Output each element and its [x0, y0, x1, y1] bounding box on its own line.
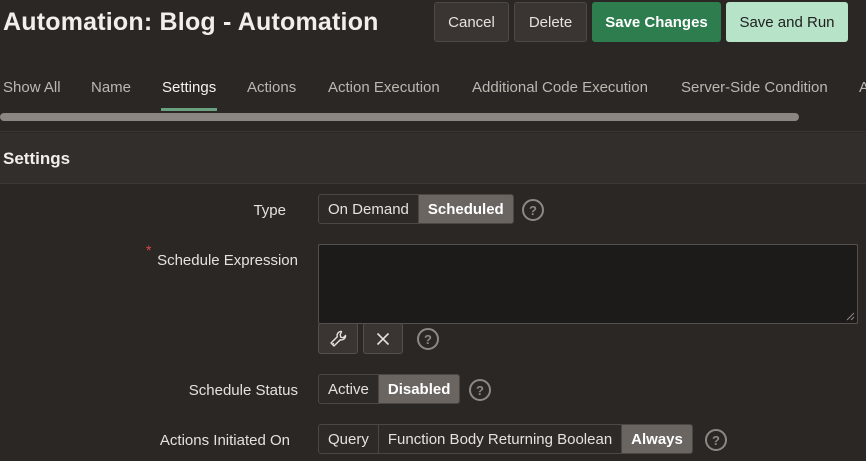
- tab-bar: Show All Name Settings Actions Action Ex…: [0, 66, 866, 112]
- status-option-active[interactable]: Active: [319, 375, 379, 403]
- clear-expression-button[interactable]: [363, 323, 403, 354]
- schedule-builder-button[interactable]: [318, 323, 358, 354]
- schedule-status-radio-group: Active Disabled: [318, 374, 461, 404]
- initiated-option-function-body[interactable]: Function Body Returning Boolean: [379, 425, 623, 453]
- divider: [0, 131, 866, 132]
- tab-scrollbar-thumb[interactable]: [0, 113, 799, 121]
- save-changes-button[interactable]: Save Changes: [592, 2, 721, 42]
- tab-additional-code-execution[interactable]: Additional Code Execution: [472, 79, 648, 96]
- page-header: Automation: Blog - Automation Cancel Del…: [0, 0, 866, 62]
- status-option-disabled[interactable]: Disabled: [378, 375, 460, 403]
- schedule-expression-label: Schedule Expression: [157, 252, 298, 269]
- type-radio-group: On Demand Scheduled: [318, 194, 514, 224]
- schedule-status-label: Schedule Status: [188, 382, 298, 399]
- type-option-on-demand[interactable]: On Demand: [319, 195, 419, 223]
- type-help-icon[interactable]: ?: [522, 199, 544, 221]
- actions-initiated-on-help-icon[interactable]: ?: [705, 429, 727, 451]
- cancel-button[interactable]: Cancel: [434, 2, 509, 42]
- tab-show-all[interactable]: Show All: [3, 79, 61, 96]
- tab-server-side-condition[interactable]: Server-Side Condition: [681, 79, 828, 96]
- schedule-expression-textarea[interactable]: [318, 244, 858, 324]
- tab-action-execution[interactable]: Action Execution: [328, 79, 440, 96]
- type-option-scheduled[interactable]: Scheduled: [418, 195, 513, 223]
- tab-name[interactable]: Name: [91, 79, 131, 96]
- type-label: Type: [253, 202, 286, 219]
- settings-region-header: Settings: [0, 133, 866, 184]
- tab-overflow[interactable]: A: [859, 79, 866, 96]
- tab-settings[interactable]: Settings: [162, 79, 216, 96]
- tab-actions[interactable]: Actions: [247, 79, 296, 96]
- resize-handle-icon[interactable]: [846, 312, 855, 321]
- delete-button[interactable]: Delete: [514, 2, 587, 42]
- save-and-run-button[interactable]: Save and Run: [726, 2, 848, 42]
- initiated-option-query[interactable]: Query: [319, 425, 379, 453]
- schedule-status-help-icon[interactable]: ?: [469, 379, 491, 401]
- actions-initiated-on-radio-group: Query Function Body Returning Boolean Al…: [318, 424, 693, 454]
- required-marker: *: [146, 242, 152, 258]
- region-title: Settings: [3, 149, 71, 168]
- initiated-option-always[interactable]: Always: [622, 425, 692, 453]
- schedule-expression-help-icon[interactable]: ?: [417, 328, 439, 350]
- page-title: Automation: Blog - Automation: [3, 8, 379, 36]
- close-icon: [376, 332, 390, 345]
- wrench-icon: [330, 330, 347, 347]
- actions-initiated-on-label: Actions Initiated On: [159, 432, 290, 449]
